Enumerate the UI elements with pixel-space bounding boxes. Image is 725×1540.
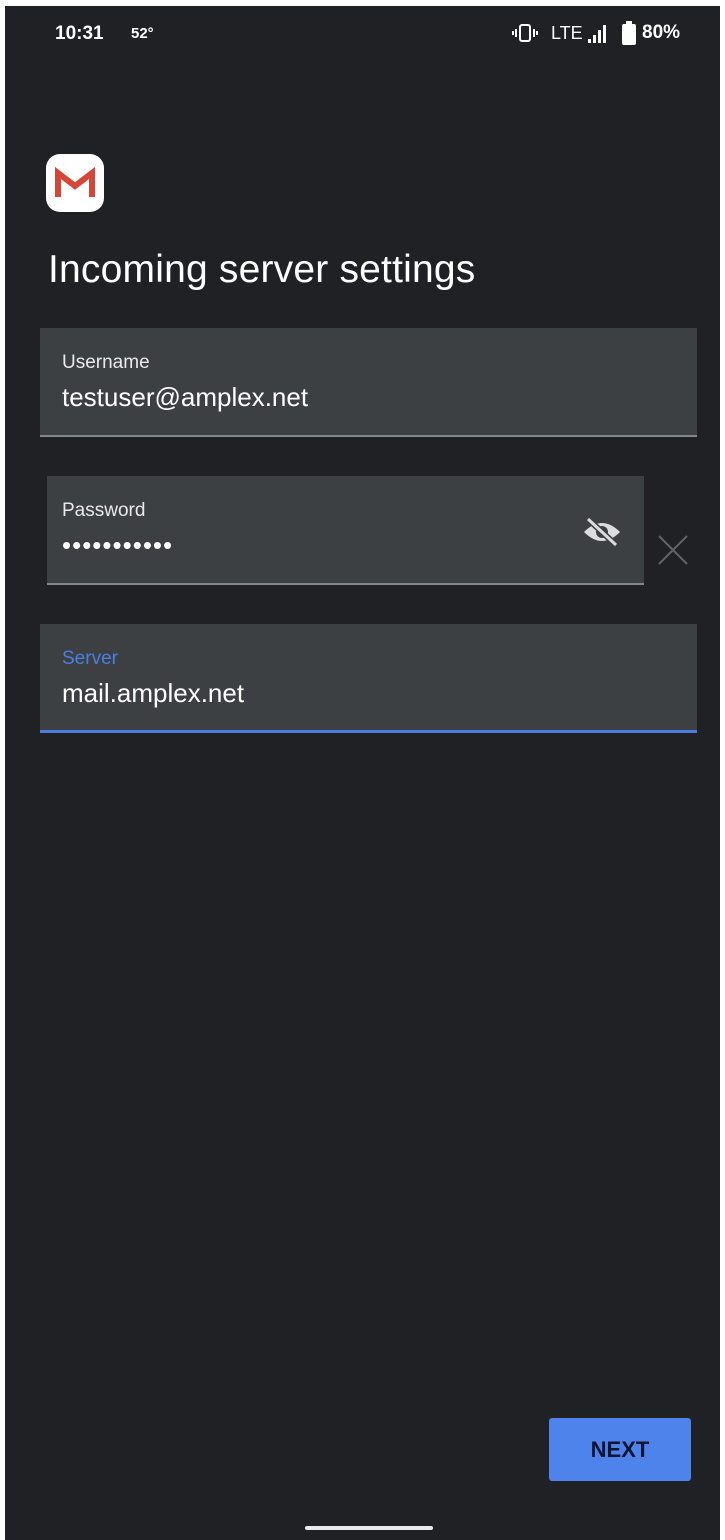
vibrate-icon <box>512 23 538 43</box>
eye-off-icon[interactable] <box>580 514 624 550</box>
status-time: 10:31 <box>55 23 104 44</box>
password-label: Password <box>62 500 146 521</box>
screen-border-left <box>0 0 5 1540</box>
username-value[interactable]: testuser@amplex.net <box>62 382 308 413</box>
server-value[interactable]: mail.amplex.net <box>62 678 244 709</box>
page-title: Incoming server settings <box>48 248 476 291</box>
screen-border-right <box>720 0 725 1540</box>
username-label: Username <box>62 352 150 373</box>
status-bar: 10:31 52° LTE 80% <box>5 6 720 58</box>
battery-percentage: 80% <box>642 22 681 43</box>
network-type: LTE <box>551 23 583 43</box>
gmail-logo <box>46 154 104 212</box>
close-icon[interactable] <box>656 533 690 567</box>
signal-icon <box>587 24 609 44</box>
username-field[interactable]: Username testuser@amplex.net <box>40 328 697 437</box>
server-field[interactable]: Server mail.amplex.net <box>40 624 697 733</box>
password-value[interactable]: ••••••••••• <box>62 530 173 561</box>
next-button[interactable]: NEXT <box>549 1418 691 1481</box>
status-temperature: 52° <box>131 25 154 42</box>
home-indicator[interactable] <box>305 1526 433 1530</box>
password-field[interactable]: Password ••••••••••• <box>47 476 644 585</box>
battery-icon <box>621 21 637 46</box>
server-label: Server <box>62 648 118 669</box>
